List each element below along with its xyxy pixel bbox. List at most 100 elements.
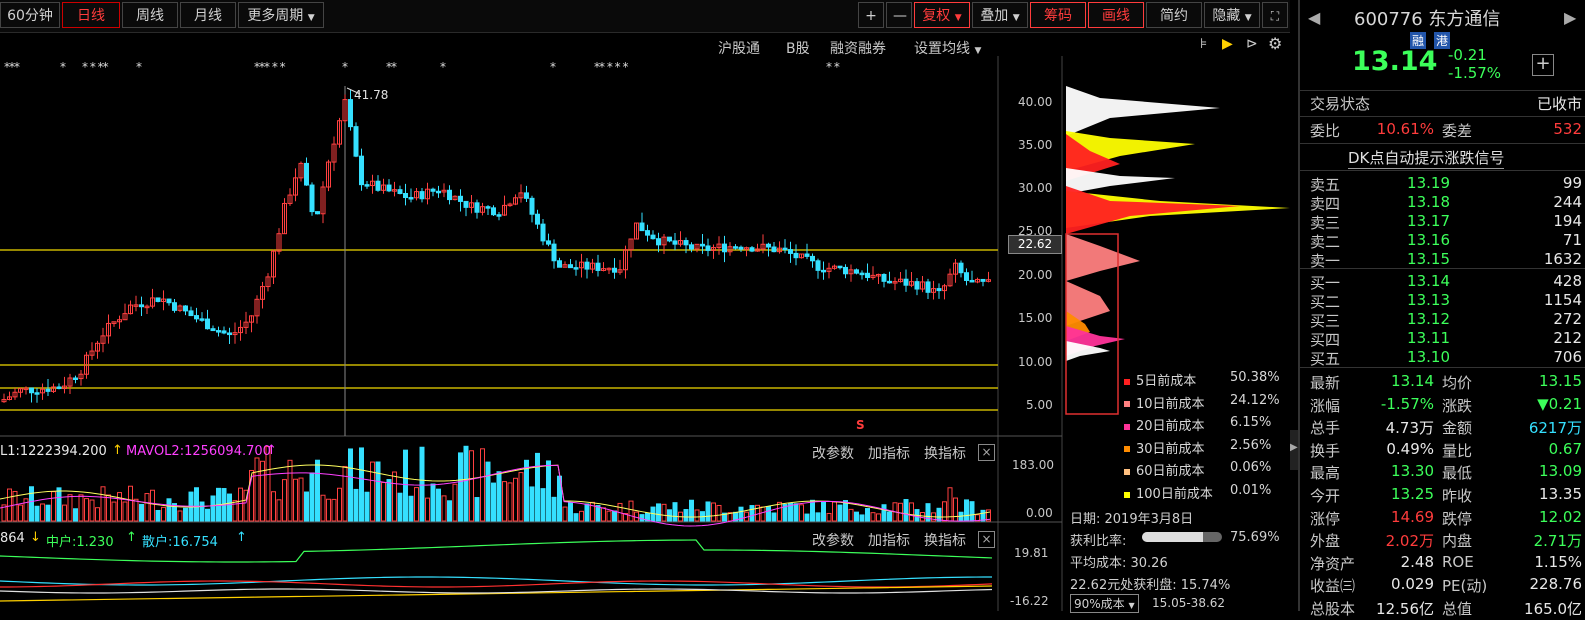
stat-value: 2.71万 <box>1533 532 1582 551</box>
zoom-in-button[interactable]: + <box>858 2 884 28</box>
close-icon[interactable]: × <box>978 531 995 548</box>
price-axis-label: 20.00 <box>1018 268 1053 282</box>
chip-legend-pct: 50.38% <box>1230 370 1280 385</box>
volume-bar <box>947 487 953 522</box>
change-params-button[interactable]: 改参数 <box>812 443 854 463</box>
switch-indicator-button[interactable]: 换指标 <box>924 443 966 463</box>
volume-bar <box>78 494 84 522</box>
flag-outline-icon[interactable]: ⊳ <box>1246 36 1258 52</box>
chart-canvas[interactable] <box>0 56 1290 611</box>
legend-swatch <box>1124 401 1130 408</box>
event-marker-icon[interactable]: * <box>60 60 66 74</box>
event-marker-icon[interactable]: *** <box>4 60 20 74</box>
flag-yellow-icon[interactable]: ▶ <box>1222 36 1233 52</box>
volume-bar <box>447 500 452 522</box>
draw-line-button[interactable]: 画线 <box>1088 2 1144 28</box>
close-icon[interactable]: × <box>978 444 995 461</box>
event-marker-icon[interactable]: * <box>136 60 142 74</box>
chip-legend-item: 60日前成本 0.06% <box>1124 460 1271 479</box>
candle-body <box>595 262 601 271</box>
simple-mode-button[interactable]: 简约 <box>1146 2 1202 28</box>
level-volume: 272 <box>1553 310 1582 328</box>
divider <box>1300 116 1585 117</box>
chip-legend-pct: 24.12% <box>1230 392 1280 408</box>
volume-bar <box>661 503 667 522</box>
tab-daily[interactable]: 日线 <box>62 2 120 28</box>
hide-dropdown[interactable]: 隐藏 ▼ <box>1204 2 1260 28</box>
volume-bar <box>95 507 100 522</box>
candle-body <box>56 386 62 390</box>
event-marker-icon[interactable]: ** <box>386 60 397 74</box>
candle-body <box>485 206 491 209</box>
volume-bar <box>414 487 419 522</box>
profit-ratio-fill <box>1142 532 1203 542</box>
stat-value: 2.02万 <box>1385 532 1434 551</box>
ma-settings-dropdown[interactable]: 设置均线 ▼ <box>914 38 981 58</box>
chips-button[interactable]: 筹码 <box>1030 2 1086 28</box>
cost-range-dropdown[interactable]: 90%成本 ▼ <box>1070 594 1139 613</box>
candle-body <box>474 202 480 213</box>
stats-row: 外盘 2.02万 内盘 2.71万 <box>1310 530 1582 552</box>
volume-bar <box>45 504 51 522</box>
event-marker-icon[interactable]: * <box>342 60 348 74</box>
gear-icon[interactable]: ⚙ <box>1268 34 1282 53</box>
event-marker-icon[interactable]: ** * * * <box>594 60 628 74</box>
candle-body <box>227 332 232 336</box>
candle-body <box>650 234 656 240</box>
add-indicator-button[interactable]: 加指标 <box>868 530 910 550</box>
add-watchlist-button[interactable]: + <box>1532 54 1554 76</box>
next-stock-icon[interactable]: ▶ <box>1564 8 1576 27</box>
flag-icon[interactable]: ⊧ <box>1200 36 1207 52</box>
candle-body <box>496 214 502 217</box>
candle-body <box>667 236 672 242</box>
fullscreen-icon[interactable]: ⛶ <box>1262 2 1288 28</box>
chip-legend-label: 5日前成本 <box>1136 374 1197 389</box>
fuquan-dropdown[interactable]: 复权 ▼ <box>914 2 970 28</box>
candle-body <box>854 269 859 274</box>
stat-label: 涨跌 <box>1442 396 1473 415</box>
event-marker-icon[interactable]: * <box>440 60 446 74</box>
zoom-out-button[interactable]: — <box>886 2 912 28</box>
overlay-dropdown[interactable]: 叠加 ▼ <box>972 2 1028 28</box>
candle-body <box>386 184 392 192</box>
margin-link[interactable]: 融资融券 <box>830 38 886 58</box>
chevron-down-icon: ▼ <box>307 13 315 23</box>
candle-body <box>551 243 557 262</box>
volume-bar <box>254 457 260 522</box>
price-axis-label: 15.00 <box>1018 311 1053 325</box>
stat-label: 跌停 <box>1442 509 1473 528</box>
event-marker-icon[interactable]: * * <box>826 60 840 74</box>
volume-axis-bottom: 0.00 <box>1026 506 1053 520</box>
event-marker-icon[interactable]: * <box>550 60 556 74</box>
profit-ratio-bar <box>1142 532 1222 542</box>
level-volume: 1632 <box>1543 250 1582 268</box>
panel-splitter[interactable]: ▶ <box>1290 430 1298 470</box>
volume-bar <box>381 482 386 522</box>
change-params-button[interactable]: 改参数 <box>812 530 854 550</box>
tab-weekly[interactable]: 周线 <box>122 2 178 28</box>
divider <box>1300 268 1585 269</box>
dividend-marker-icon[interactable]: S <box>856 418 865 432</box>
volume-bar <box>441 495 447 522</box>
candle-body <box>568 264 573 269</box>
event-marker-icon[interactable]: * * ** <box>82 60 109 74</box>
add-indicator-button[interactable]: 加指标 <box>868 443 910 463</box>
volume-bar <box>942 501 947 522</box>
hugutong-link[interactable]: 沪股通 <box>718 38 760 58</box>
event-marker-icon[interactable]: *** * * <box>254 60 286 74</box>
tab-monthly[interactable]: 月线 <box>180 2 236 28</box>
switch-indicator-button[interactable]: 换指标 <box>924 530 966 550</box>
volume-bar <box>62 504 67 522</box>
tab-60min[interactable]: 60分钟 <box>0 2 60 28</box>
chip-legend-item: 10日前成本 24.12% <box>1124 393 1280 412</box>
stat-value: 13.25 <box>1391 485 1434 503</box>
volume-bar <box>694 509 700 522</box>
bshare-link[interactable]: B股 <box>786 38 810 58</box>
prev-stock-icon[interactable]: ◀ <box>1308 8 1320 27</box>
more-periods-dropdown[interactable]: 更多周期 ▼ <box>238 2 324 28</box>
trade-status-value: 已收市 <box>1536 95 1582 113</box>
signal-title[interactable]: DK点自动提示涨跌信号 <box>1348 147 1505 169</box>
candle-body <box>612 267 617 273</box>
candle-body <box>738 246 744 250</box>
volume-bar <box>199 501 205 522</box>
